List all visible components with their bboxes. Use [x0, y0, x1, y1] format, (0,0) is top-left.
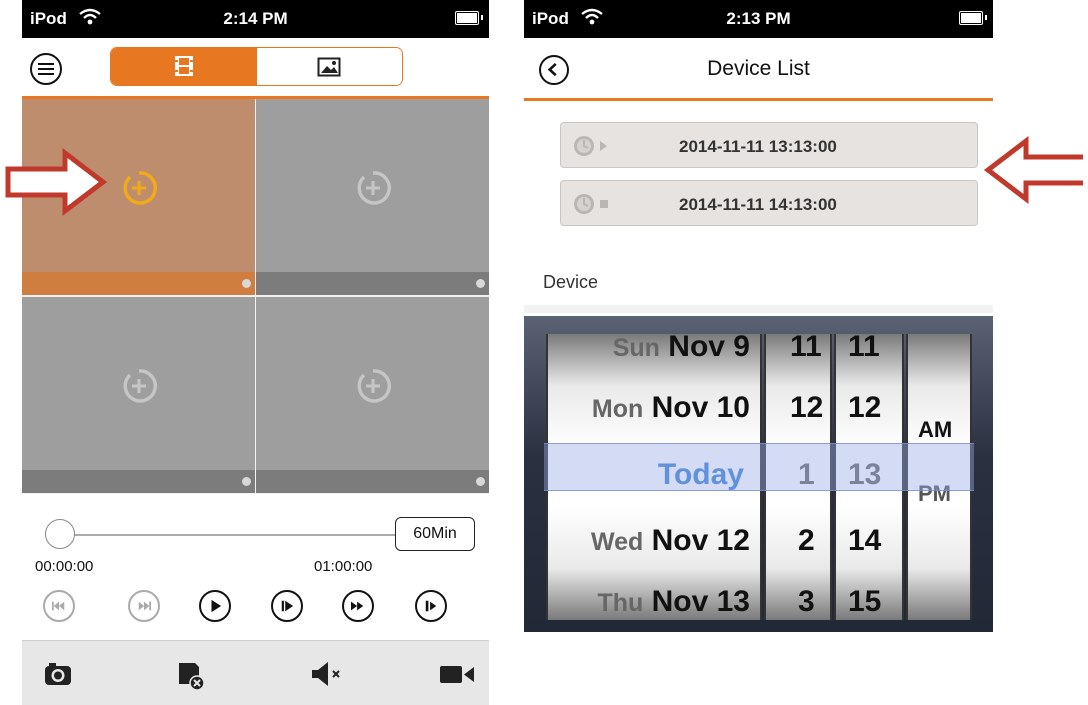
channel-cell-3[interactable]	[22, 297, 255, 493]
annotation-arrow-left-icon	[983, 135, 1083, 205]
camera-icon[interactable]	[35, 651, 81, 697]
app-header	[22, 38, 489, 99]
picker-date-row: Thu Nov 13	[597, 585, 750, 618]
device-label: Device	[543, 272, 599, 292]
step-forward-icon[interactable]	[271, 590, 303, 622]
right-screen: iPod 2:13 PM Device List 2014-11-11 13:1…	[524, 0, 993, 632]
timeline-start-time: 00:00:00	[35, 558, 94, 575]
picture-icon	[317, 57, 341, 77]
play-icon[interactable]	[199, 590, 231, 622]
channel-cell-2[interactable]	[256, 99, 489, 295]
delete-record-icon[interactable]	[167, 651, 213, 697]
bottom-toolbar	[22, 640, 489, 705]
start-time-button[interactable]: 2014-11-11 13:13:00	[560, 122, 978, 168]
timeline-slider[interactable]	[62, 534, 395, 536]
picker-date-row: Sun Nov 9	[612, 334, 750, 363]
picker-date-row: Mon Nov 10	[591, 391, 750, 424]
timeline-slider-thumb[interactable]	[45, 519, 75, 549]
fast-forward-icon[interactable]	[342, 590, 374, 622]
timeline-end-time: 01:00:00	[314, 558, 373, 575]
channel-cell-4[interactable]	[256, 297, 489, 493]
status-time: 2:14 PM	[223, 9, 288, 28]
clock-play-icon	[574, 136, 607, 156]
tab-snapshots[interactable]	[257, 48, 402, 85]
nav-header: Device List	[524, 38, 993, 101]
clock-stop-icon	[574, 194, 608, 214]
end-time-button[interactable]: 2014-11-11 14:13:00	[560, 180, 978, 226]
page-title: Device List	[707, 57, 810, 80]
add-channel-icon[interactable]	[120, 169, 158, 207]
add-channel-icon[interactable]	[120, 367, 158, 405]
battery-icon	[959, 11, 987, 25]
picker-selection-band	[544, 443, 974, 491]
picker-date-row: Wed Nov 12	[590, 524, 750, 557]
status-bar: iPod 2:13 PM	[524, 0, 993, 38]
device-section: Device	[524, 258, 993, 304]
mute-icon[interactable]	[304, 651, 350, 697]
tab-playback[interactable]	[111, 48, 257, 85]
end-time-value: 2014-11-11 14:13:00	[679, 195, 837, 214]
battery-icon	[455, 11, 483, 25]
view-mode-segmented-control	[110, 47, 403, 86]
skip-back-icon[interactable]	[43, 590, 75, 622]
status-time: 2:13 PM	[726, 9, 791, 28]
add-channel-icon[interactable]	[354, 169, 392, 207]
left-screen: iPod 2:14 PM 60Min 00:00:00 01:00:00	[22, 0, 489, 705]
frame-forward-icon[interactable]	[415, 590, 447, 622]
start-time-value: 2014-11-11 13:13:00	[679, 137, 837, 156]
date-time-picker[interactable]: Sun Nov 9 Mon Nov 10 Today Wed Nov 12 Th…	[524, 316, 993, 632]
add-channel-icon[interactable]	[354, 367, 392, 405]
annotation-arrow-right-icon	[5, 147, 108, 217]
duration-button[interactable]: 60Min	[395, 517, 475, 551]
playback-controls: 60Min 00:00:00 01:00:00	[22, 494, 489, 640]
video-record-icon[interactable]	[434, 651, 480, 697]
skip-forward-icon[interactable]	[128, 590, 160, 622]
hamburger-icon[interactable]	[30, 53, 62, 85]
film-icon	[175, 56, 193, 76]
status-bar: iPod 2:14 PM	[22, 0, 489, 38]
